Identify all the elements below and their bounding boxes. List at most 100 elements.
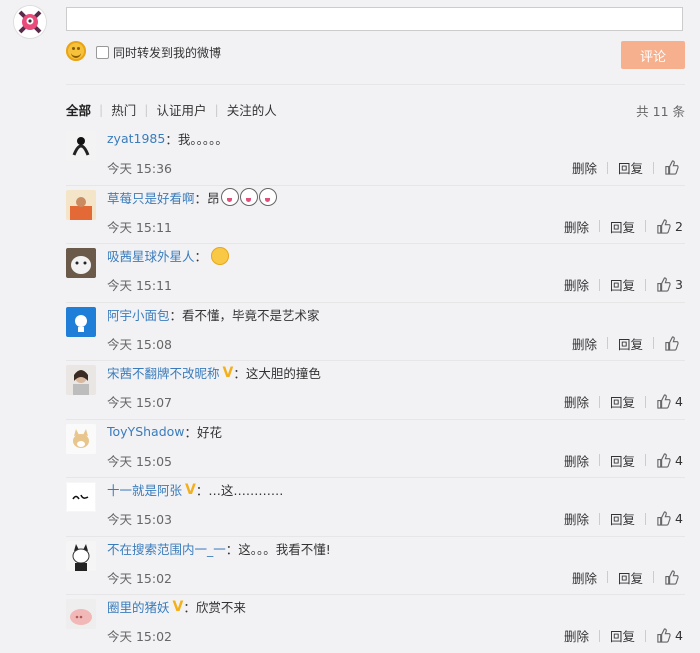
comment-username[interactable]: 宋茜不翻牌不改昵称: [107, 363, 220, 382]
comment-body: 我。。。。。: [177, 132, 228, 147]
user-avatar[interactable]: [66, 306, 96, 337]
comment-actions: 删除 回复 3: [564, 275, 683, 294]
comment-actions: 删除 回复: [572, 568, 683, 587]
comment-text: ToyYShadow：好花: [107, 423, 223, 440]
reply-link[interactable]: 回复: [610, 217, 635, 236]
comment-username[interactable]: zyat1985: [107, 131, 165, 146]
comment-actions: 删除 回复 4: [564, 451, 683, 470]
husky-emoji-icon: [220, 188, 239, 206]
tab-following[interactable]: 关注的人: [227, 100, 277, 119]
emoji-picker-icon[interactable]: [66, 41, 86, 61]
delete-link[interactable]: 删除: [572, 568, 597, 587]
user-avatar[interactable]: [66, 540, 96, 571]
comment-time: 今天 15:08: [107, 336, 172, 352]
thumbs-up-icon: [657, 452, 671, 468]
comment-username[interactable]: 不在搜索范围内一_一: [107, 539, 226, 558]
comment-text: 宋茜不翻牌不改昵称 V：这大胆的撞色: [107, 363, 321, 382]
comment-username[interactable]: 吸茜星球外星人: [107, 246, 195, 265]
husky-emoji-icon: [258, 188, 277, 206]
comment-username[interactable]: 草莓只是好看啊: [107, 188, 195, 207]
comment-text: 草莓只是好看啊：昂: [107, 188, 277, 207]
like-count: 4: [675, 511, 683, 526]
reply-link[interactable]: 回复: [610, 451, 635, 470]
user-avatar[interactable]: [66, 189, 96, 220]
delete-link[interactable]: 删除: [572, 158, 597, 177]
reply-link[interactable]: 回复: [610, 626, 635, 645]
comment-text: zyat1985：我。。。。。: [107, 131, 228, 147]
comment-time: 今天 15:05: [107, 453, 172, 469]
shy-emoji-icon: [211, 246, 230, 265]
like-button[interactable]: [664, 569, 683, 585]
comment-username[interactable]: 阿宇小面包: [107, 305, 170, 324]
like-button[interactable]: [664, 335, 683, 351]
comment-row: ToyYShadow：好花 今天 15:05 删除 回复 4: [66, 420, 685, 478]
thumbs-up-icon: [657, 394, 671, 409]
comment-row: 圈里的猪妖 V：欣赏不来 今天 15:02 删除 回复 4: [66, 595, 685, 653]
like-button[interactable]: 4: [656, 628, 683, 643]
user-avatar[interactable]: [66, 365, 96, 395]
delete-link[interactable]: 删除: [564, 275, 589, 294]
tab-separator: |: [99, 102, 104, 117]
delete-link[interactable]: 删除: [564, 451, 589, 470]
tab-hot[interactable]: 热门: [111, 100, 136, 119]
delete-link[interactable]: 删除: [572, 334, 597, 353]
comment-body: 看不懂，毕竟不是艺术家: [182, 307, 320, 323]
comment-username[interactable]: 圈里的猪妖: [107, 597, 170, 616]
submit-comment-button[interactable]: 评论: [621, 41, 685, 69]
thumbs-up-icon: [665, 569, 679, 585]
like-count: 3: [675, 277, 683, 292]
user-avatar[interactable]: [66, 131, 96, 161]
comment-input[interactable]: [66, 7, 683, 31]
tab-verified-users[interactable]: 认证用户: [156, 100, 206, 119]
reply-link[interactable]: 回复: [618, 568, 643, 587]
like-button[interactable]: 4: [656, 511, 683, 526]
comment-body: …这…………: [208, 483, 284, 498]
comment-time: 今天 15:11: [107, 278, 172, 293]
like-button[interactable]: 4: [656, 394, 683, 409]
comment-time: 今天 15:07: [107, 395, 172, 410]
reply-link[interactable]: 回复: [610, 509, 635, 528]
user-avatar[interactable]: [66, 482, 96, 512]
verified-v-icon: V: [222, 364, 234, 381]
delete-link[interactable]: 删除: [564, 392, 589, 411]
tab-all[interactable]: 全部: [66, 100, 91, 119]
comment-row: zyat1985：我。。。。。 今天 15:36 删除 回复: [66, 127, 685, 186]
reply-link[interactable]: 回复: [618, 334, 643, 353]
like-button[interactable]: 4: [656, 453, 683, 468]
comment-body: 好花: [197, 424, 223, 440]
repost-option[interactable]: 同时转发到我的微博: [96, 44, 221, 61]
comment-actions: 删除 回复 2: [564, 217, 683, 236]
comment-filter-tabs: 全部 | 热门 | 认证用户 | 关注的人: [66, 100, 277, 119]
reply-link[interactable]: 回复: [610, 275, 635, 294]
comment-body: 这。。。我看不懂!: [238, 541, 331, 557]
repost-label: 同时转发到我的微博: [113, 46, 222, 60]
thumbs-up-icon: [657, 277, 671, 292]
user-avatar[interactable]: [66, 248, 96, 278]
like-button[interactable]: 3: [656, 277, 683, 292]
avatar-image: [14, 6, 46, 38]
comment-text: 吸茜星球外星人：: [107, 246, 230, 265]
current-user-avatar[interactable]: [14, 6, 46, 38]
delete-link[interactable]: 删除: [564, 217, 589, 236]
reply-link[interactable]: 回复: [610, 392, 635, 411]
thumbs-up-icon: [657, 628, 671, 643]
comment-username[interactable]: 十一就是阿张: [107, 480, 182, 499]
user-avatar[interactable]: [66, 423, 96, 454]
comment-text: 十一就是阿张 V： …这…………: [107, 480, 284, 499]
like-button[interactable]: 2: [656, 219, 683, 234]
comment-actions: 删除 回复 4: [564, 626, 683, 645]
user-avatar[interactable]: [66, 599, 96, 629]
like-button[interactable]: [664, 160, 683, 175]
comment-actions: 删除 回复 4: [564, 509, 683, 528]
comment-username[interactable]: ToyYShadow: [107, 424, 185, 439]
verified-v-icon: V: [185, 481, 196, 498]
verified-v-icon: V: [172, 598, 184, 615]
delete-link[interactable]: 删除: [564, 626, 589, 645]
comment-time: 今天 15:02: [107, 570, 172, 586]
repost-checkbox[interactable]: [96, 46, 109, 59]
reply-link[interactable]: 回复: [618, 158, 643, 177]
comment-text: 阿宇小面包：看不懂，毕竟不是艺术家: [107, 305, 320, 324]
like-count: 4: [675, 452, 683, 468]
delete-link[interactable]: 删除: [564, 509, 589, 528]
like-count: 4: [675, 394, 683, 409]
